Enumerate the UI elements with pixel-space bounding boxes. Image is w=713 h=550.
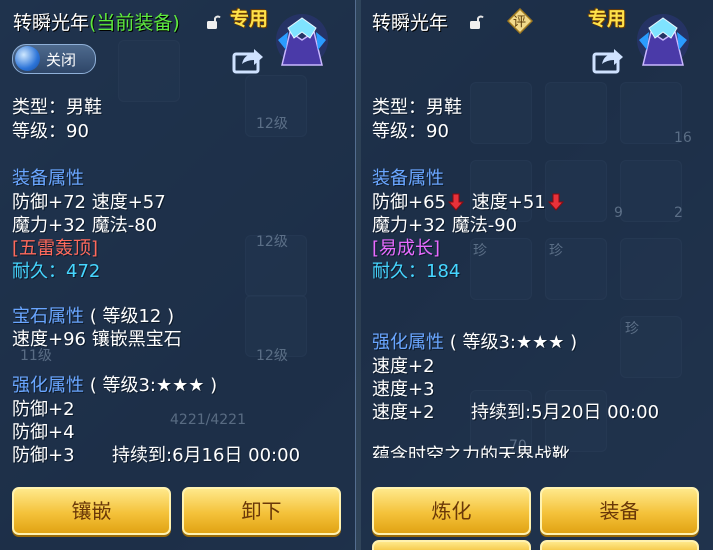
enhance-attr-row: 强化属性 ( 等级3:★★★ ) [12, 371, 217, 397]
bg-text: 12级 [256, 116, 288, 132]
durability-label: 耐久： [372, 261, 426, 282]
bg-text: 12级 [256, 234, 288, 250]
enhance-attr-header: 强化属性 [372, 332, 444, 353]
exclusive-label: 专用 [588, 8, 627, 30]
enhance-level: ( 等级3:★★★ ) [89, 375, 218, 396]
toggle-switch[interactable]: 关闭 [12, 44, 96, 74]
enhance-line: 速度+2 [372, 402, 435, 423]
character-portrait-icon [276, 14, 328, 66]
bg-text: 4221/4221 [170, 412, 246, 428]
duration: 持续到:6月16日 00:00 [112, 445, 301, 466]
duration: 持续到:5月20日 00:00 [471, 402, 660, 423]
item-level: 等级：90 [372, 121, 449, 142]
equip-button[interactable]: 装备 [540, 487, 699, 535]
gem-level: ( 等级12 ) [89, 306, 175, 327]
equipped-item-panel: 12级 12级 12级 11级 4221/4221 转瞬光年(当前装备) 专用 … [0, 0, 356, 550]
current-equip-tag: (当前装备) [89, 12, 180, 34]
flavor-text: 蕴含时空之力的天界战靴 [372, 445, 570, 458]
compare-item-panel: 9 16 2 70 珍 珍 珍 转瞬光年 评 专用 类型：男鞋 等级：90 装备… [361, 0, 713, 550]
toggle-label: 关闭 [46, 51, 77, 69]
gem-line: 速度+96 镶嵌黑宝石 [12, 329, 182, 350]
bg-text: 珍 [473, 243, 487, 259]
lock-icon[interactable] [468, 14, 484, 30]
bg-text: 2 [674, 205, 683, 221]
equip-attr-header: 装备属性 [372, 168, 444, 189]
bg-text: 12级 [256, 348, 288, 364]
enhance-attr-row: 强化属性 ( 等级3:★★★ ) [372, 328, 577, 354]
item-type: 类型：男鞋 [372, 97, 462, 118]
item-title: 转瞬光年(当前装备) [13, 8, 180, 35]
inlay-button[interactable]: 镶嵌 [12, 487, 171, 535]
item-name: 转瞬光年 [13, 12, 90, 34]
rating-badge-icon[interactable]: 评 [507, 8, 533, 34]
item-level: 等级：90 [12, 121, 89, 142]
share-icon[interactable] [592, 46, 624, 74]
extra-button[interactable] [372, 540, 531, 550]
unequip-button[interactable]: 卸下 [182, 487, 341, 535]
durability: 耐久：184 [372, 257, 460, 283]
bg-text: 珍 [549, 243, 563, 259]
character-portrait-icon [637, 14, 689, 66]
extra-button[interactable] [540, 540, 699, 550]
exclusive-label: 专用 [230, 8, 269, 30]
toggle-orb-icon [15, 46, 40, 71]
item-type: 类型：男鞋 [12, 97, 102, 118]
bg-text: 9 [614, 205, 623, 221]
enhance-line: 防御+3 [12, 445, 75, 466]
stat-defense: 防御+65 [372, 192, 446, 213]
equip-attr-header: 装备属性 [12, 168, 84, 189]
durability-value: 472 [66, 261, 101, 282]
durability: 耐久：472 [12, 257, 100, 283]
down-arrow-icon [448, 193, 464, 211]
enhance-level: ( 等级3:★★★ ) [449, 332, 578, 353]
rating-badge-label: 评 [513, 15, 527, 30]
gem-attr-header: 宝石属性 [12, 306, 84, 327]
item-title: 转瞬光年 [372, 12, 449, 34]
durability-value: 184 [426, 261, 461, 282]
enhance-attr-header: 强化属性 [12, 375, 84, 396]
stat-speed: 速度+51 [471, 192, 546, 213]
durability-label: 耐久： [12, 261, 66, 282]
lock-icon[interactable] [205, 14, 221, 30]
bg-text: 珍 [625, 321, 639, 337]
share-icon[interactable] [232, 46, 264, 74]
refine-button[interactable]: 炼化 [372, 487, 531, 535]
down-arrow-icon [547, 193, 564, 211]
bg-text: 16 [674, 130, 692, 146]
